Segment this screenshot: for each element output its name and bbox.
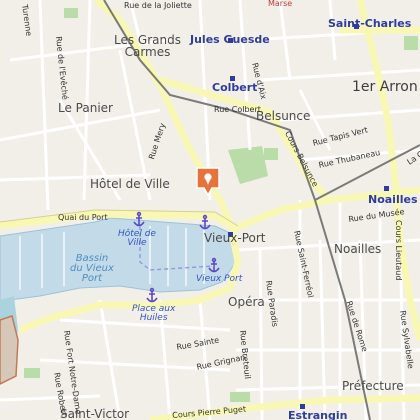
fort — [0, 315, 19, 385]
map-canvas[interactable]: Les Grands Carmes Le Panier Hôtel de Vil… — [0, 0, 420, 420]
port-basin — [0, 217, 237, 303]
map-base-layer — [0, 0, 420, 420]
